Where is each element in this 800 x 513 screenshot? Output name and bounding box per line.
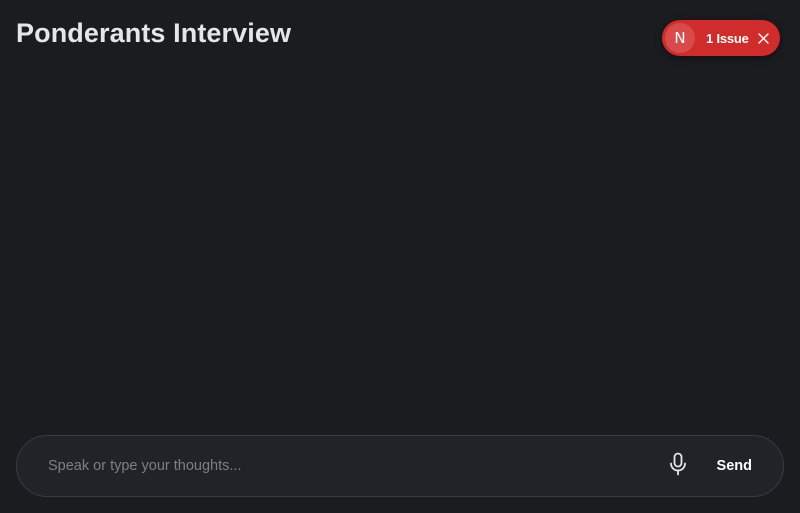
- send-button[interactable]: Send: [717, 458, 752, 474]
- page-title: Ponderants Interview: [16, 18, 292, 48]
- message-composer: Send: [16, 435, 784, 497]
- microphone-icon: [668, 452, 688, 481]
- close-icon[interactable]: [757, 31, 771, 45]
- issue-count-label[interactable]: 1 Issue: [706, 31, 749, 46]
- n-logo-icon[interactable]: N: [665, 23, 695, 53]
- microphone-button[interactable]: [663, 451, 693, 481]
- thought-input[interactable]: [46, 445, 663, 487]
- interview-page: Ponderants Interview N 1 Issue Send: [0, 0, 800, 513]
- issues-indicator[interactable]: N 1 Issue: [662, 20, 780, 56]
